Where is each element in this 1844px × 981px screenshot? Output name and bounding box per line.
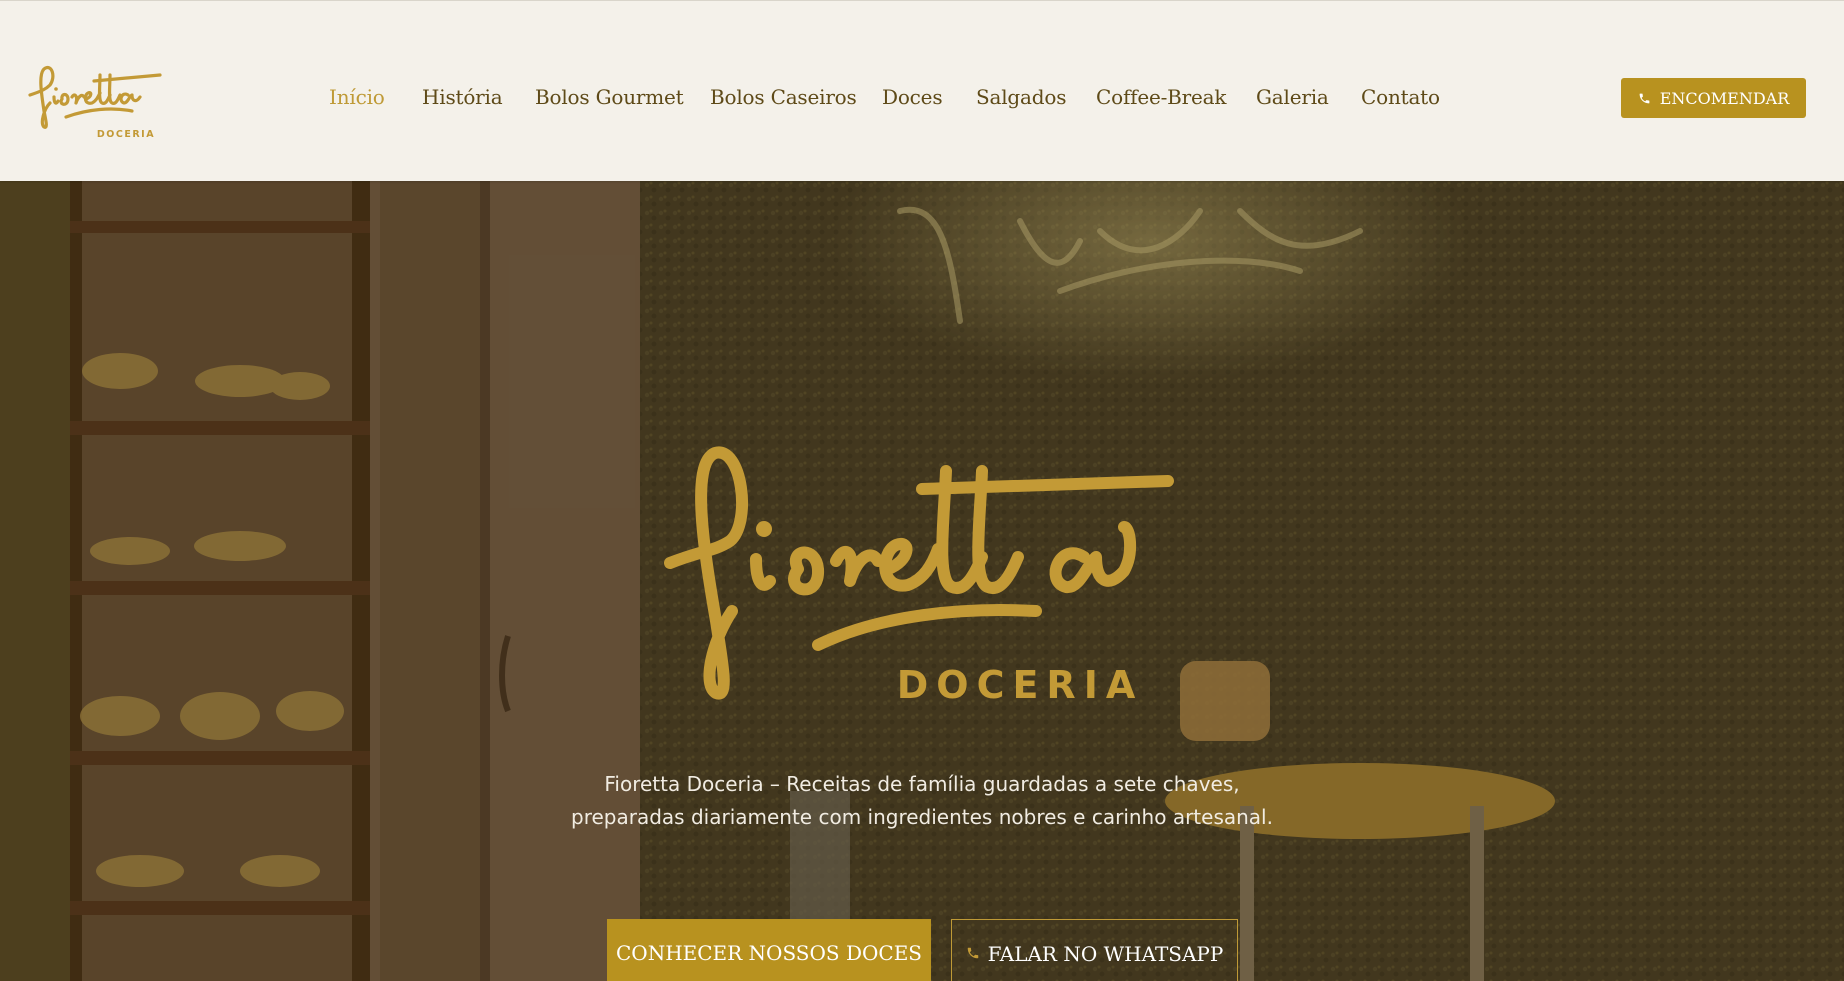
site-header: DOCERIA Início História Bolos Gourmet Bo…	[0, 0, 1844, 181]
whatsapp-button-label: FALAR NO WHATSAPP	[987, 942, 1224, 966]
hero-section: DOCERIA Fioretta Doceria – Receitas de f…	[0, 181, 1844, 981]
order-button[interactable]: ENCOMENDAR	[1621, 78, 1806, 118]
main-nav: Início História Bolos Gourmet Bolos Case…	[0, 85, 1844, 111]
hero-logo: DOCERIA	[664, 446, 1174, 707]
phone-icon	[1639, 93, 1650, 103]
nav-item-bolos-caseiros[interactable]: Bolos Caseiros	[710, 85, 857, 109]
see-sweets-button[interactable]: CONHECER NOSSOS DOCES	[607, 919, 931, 981]
nav-item-coffee-break[interactable]: Coffee-Break	[1096, 85, 1227, 109]
nav-item-bolos-gourmet[interactable]: Bolos Gourmet	[535, 85, 684, 109]
nav-item-historia[interactable]: História	[422, 85, 503, 109]
nav-item-inicio[interactable]: Início	[329, 85, 385, 109]
hero-description-line2: preparadas diariamente com ingredientes …	[571, 805, 1273, 829]
see-sweets-button-label: CONHECER NOSSOS DOCES	[616, 941, 922, 965]
nav-item-contato[interactable]: Contato	[1361, 85, 1440, 109]
svg-text:DOCERIA: DOCERIA	[897, 663, 1144, 707]
whatsapp-button[interactable]: FALAR NO WHATSAPP	[951, 919, 1238, 981]
nav-item-doces[interactable]: Doces	[882, 85, 943, 109]
order-button-label: ENCOMENDAR	[1659, 88, 1790, 108]
phone-icon	[967, 947, 978, 959]
svg-text:DOCERIA: DOCERIA	[97, 129, 155, 139]
nav-item-galeria[interactable]: Galeria	[1256, 85, 1329, 109]
hero-description-line1: Fioretta Doceria – Receitas de família g…	[604, 772, 1240, 796]
nav-item-salgados[interactable]: Salgados	[976, 85, 1066, 109]
hero-description: Fioretta Doceria – Receitas de família g…	[522, 768, 1322, 834]
